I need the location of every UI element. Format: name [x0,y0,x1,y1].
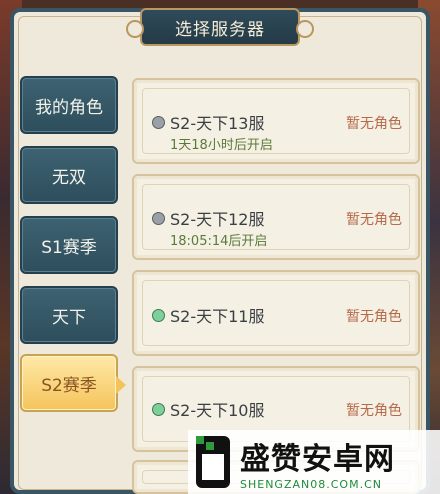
status-dot-icon [152,403,165,416]
logo-pixel [206,442,214,450]
server-name: S2-天下12服 [170,210,265,229]
tab-wushuang[interactable]: 无双 [20,146,118,204]
server-card[interactable]: S2-天下12服 18:05:14后开启 暂无角色 [132,174,420,260]
role-status: 暂无角色 [346,403,402,419]
status-dot-icon [152,116,165,129]
server-card[interactable]: S2-天下11服 暂无角色 [132,270,420,356]
role-status: 暂无角色 [346,309,402,325]
server-name: S2-天下13服 [170,114,265,133]
server-name: S2-天下11服 [170,307,265,326]
open-time: 1天18小时后开启 [170,138,273,153]
watermark-text: 盛赞安卓网 SHENGZAN08.COM.CN [240,434,395,491]
tab-s2-season[interactable]: S2赛季 [20,354,126,412]
phone-logo-icon [196,436,230,488]
open-time: 18:05:14后开启 [170,234,268,249]
status-dot-icon [152,309,165,322]
server-name: S2-天下10服 [170,401,265,420]
role-status: 暂无角色 [346,212,402,228]
logo-pixel [196,436,204,444]
tab-label: S1赛季 [41,237,97,258]
server-card[interactable]: S2-天下13服 1天18小时后开启 暂无角色 [132,78,420,164]
watermark-title: 盛赞安卓网 [240,441,395,477]
title-plate: 选择服务器 [126,8,314,46]
site-watermark: 盛赞安卓网 SHENGZAN08.COM.CN [188,430,440,494]
tab-label: S2赛季 [41,375,97,396]
status-dot-icon [152,212,165,225]
logo-screen [202,454,224,480]
tab-tianxia[interactable]: 天下 [20,286,118,344]
page-title: 选择服务器 [175,19,265,40]
role-status: 暂无角色 [346,116,402,132]
tab-label: 我的角色 [35,97,103,118]
tab-s1-season[interactable]: S1赛季 [20,216,118,274]
tab-label: 无双 [52,167,86,188]
watermark-url: SHENGZAN08.COM.CN [240,477,382,491]
tab-label: 天下 [52,307,86,328]
tab-my-roles[interactable]: 我的角色 [20,76,118,134]
